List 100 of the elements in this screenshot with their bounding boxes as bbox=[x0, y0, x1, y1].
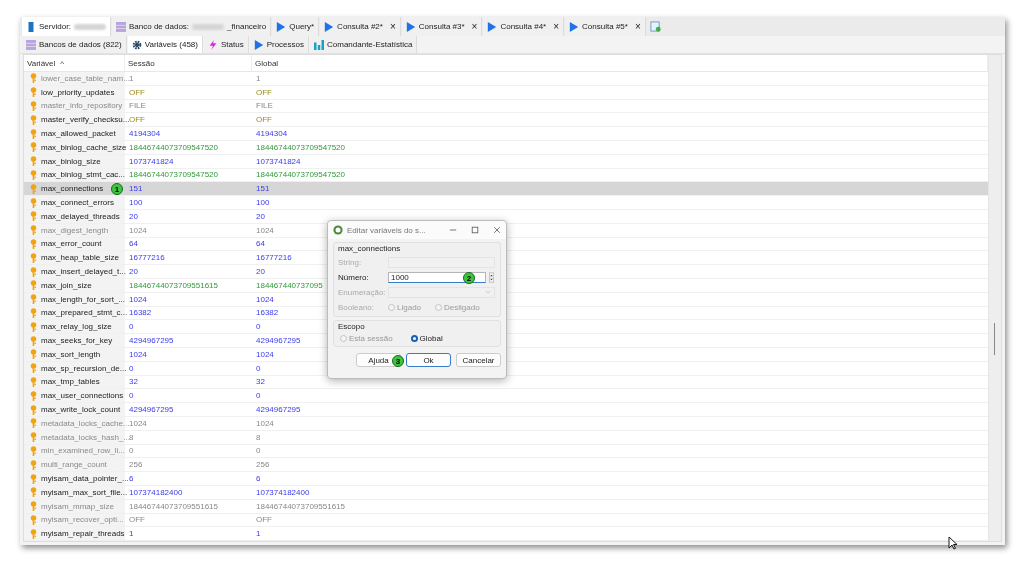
variable-name: max_allowed_packet bbox=[41, 129, 116, 139]
variable-name: max_heap_table_size bbox=[41, 253, 119, 263]
session-value: 1024 bbox=[129, 294, 147, 304]
global-value: 256 bbox=[256, 460, 270, 470]
global-value: 64 bbox=[256, 239, 265, 249]
variable-name: max_length_for_sort_... bbox=[41, 294, 126, 304]
field-label: Enumeração: bbox=[338, 287, 387, 297]
session-value: OFF bbox=[129, 87, 145, 97]
global-value: 1 bbox=[256, 529, 261, 539]
session-value: 16382 bbox=[129, 308, 152, 318]
variable-name: myisam_max_sort_file... bbox=[41, 487, 128, 497]
variable-name: max_insert_delayed_t... bbox=[41, 267, 126, 277]
global-value: 1024 bbox=[256, 418, 274, 428]
global-value: 100 bbox=[256, 198, 270, 208]
session-value: 16777216 bbox=[129, 253, 165, 263]
variable-name: max_join_size bbox=[41, 280, 92, 290]
variable-name: max_connect_errors bbox=[41, 198, 114, 208]
global-value: 16777216 bbox=[256, 253, 292, 263]
global-value: 20 bbox=[256, 267, 265, 277]
variable-name: max_sp_recursion_de... bbox=[41, 363, 127, 373]
session-value: 0 bbox=[129, 446, 134, 456]
session-value: 18446744073709551615 bbox=[129, 280, 218, 290]
global-value: 1 bbox=[256, 73, 261, 83]
session-value: 1024 bbox=[129, 225, 147, 235]
variable-name: low_priority_updates bbox=[41, 87, 115, 97]
global-value: FILE bbox=[256, 101, 273, 111]
variable-name: max_digest_length bbox=[41, 225, 109, 235]
session-value: 18446744073709547520 bbox=[129, 170, 218, 180]
step-marker: 1 bbox=[111, 183, 123, 196]
session-value: 151 bbox=[129, 184, 143, 194]
session-value: 4194304 bbox=[129, 129, 161, 139]
session-value: 20 bbox=[129, 211, 138, 221]
global-value: 4294967295 bbox=[256, 336, 301, 346]
session-value: 0 bbox=[129, 363, 134, 373]
field-label: Booleano: bbox=[338, 302, 376, 312]
variable-name: lower_case_table_nam... bbox=[41, 73, 130, 83]
session-value: 256 bbox=[129, 460, 143, 470]
variable-name: multi_range_count bbox=[41, 460, 107, 470]
global-value: 1024 bbox=[256, 225, 274, 235]
variable-name: max_write_lock_count bbox=[41, 405, 121, 414]
global-value: 1073741824 bbox=[256, 156, 301, 166]
global-value: 151 bbox=[256, 184, 270, 194]
variable-name: myisam_repair_threads bbox=[41, 529, 125, 539]
global-value: 32 bbox=[256, 377, 265, 387]
variable-name: myisam_data_pointer_... bbox=[41, 474, 129, 483]
global-value: 107374182400 bbox=[256, 487, 310, 497]
global-value: 0 bbox=[256, 363, 261, 373]
session-value: 64 bbox=[129, 239, 138, 249]
global-value: OFF bbox=[256, 115, 272, 125]
variable-name: max_sort_length bbox=[41, 349, 101, 359]
global-value: 18446744073709551615 bbox=[256, 501, 345, 511]
session-value: 18446744073709551615 bbox=[129, 501, 218, 511]
variable-name: max_delayed_threads bbox=[41, 211, 120, 221]
global-value: 0 bbox=[256, 322, 261, 332]
session-value: 1073741824 bbox=[129, 156, 174, 166]
global-value: 184467440737095 bbox=[256, 280, 323, 290]
global-value: 4294967295 bbox=[256, 405, 301, 414]
variable-name: max_tmp_tables bbox=[41, 377, 100, 387]
field-label: Número: bbox=[338, 272, 370, 282]
global-value: 0 bbox=[256, 391, 261, 401]
session-value: OFF bbox=[129, 115, 145, 125]
global-value: 16382 bbox=[256, 308, 279, 318]
variable-name: max_relay_log_size bbox=[41, 322, 112, 332]
variable-name: max_binlog_stmt_cac... bbox=[41, 170, 126, 180]
global-value: 20 bbox=[256, 211, 265, 221]
session-value: OFF bbox=[129, 515, 145, 525]
group-label: max_connections bbox=[338, 244, 402, 253]
group-label: Escopo bbox=[338, 322, 366, 331]
session-value: FILE bbox=[129, 101, 146, 111]
global-value: 0 bbox=[256, 446, 261, 456]
session-value: 4294967295 bbox=[129, 405, 174, 414]
variable-name: master_verify_checksu... bbox=[41, 115, 130, 125]
field-label: String: bbox=[338, 257, 363, 267]
session-value: 4294967295 bbox=[129, 336, 174, 346]
session-value: 20 bbox=[129, 267, 138, 277]
dialog-title: Editar variáveis do s... bbox=[347, 225, 427, 235]
variable-name: myisam_recover_opti... bbox=[41, 515, 124, 525]
session-value: 0 bbox=[129, 322, 134, 332]
variable-name: max_connections bbox=[41, 184, 104, 194]
session-value: 32 bbox=[129, 377, 138, 387]
global-value: 18446744073709547520 bbox=[256, 170, 345, 180]
variable-name: metadata_locks_hash_... bbox=[41, 432, 130, 442]
global-value: 6 bbox=[256, 474, 261, 483]
session-value: 1 bbox=[129, 73, 134, 83]
session-value: 0 bbox=[129, 391, 134, 401]
variable-name: max_binlog_cache_size bbox=[41, 142, 127, 152]
session-value: 107374182400 bbox=[129, 487, 183, 497]
session-value: 1024 bbox=[129, 349, 147, 359]
session-value: 1 bbox=[129, 529, 134, 539]
variable-name: max_prepared_stmt_c... bbox=[41, 308, 128, 318]
global-value: 1024 bbox=[256, 349, 274, 359]
variable-name: metadata_locks_cache... bbox=[41, 418, 130, 428]
variable-name: max_error_count bbox=[41, 239, 102, 249]
global-value: 4194304 bbox=[256, 129, 288, 139]
session-value: 8 bbox=[129, 432, 134, 442]
variable-name: max_user_connections bbox=[41, 391, 124, 401]
variable-name: myisam_mmap_size bbox=[41, 501, 114, 511]
global-value: 8 bbox=[256, 432, 261, 442]
variable-name: master_info_repository bbox=[41, 101, 123, 111]
variable-name: max_seeks_for_key bbox=[41, 336, 113, 346]
